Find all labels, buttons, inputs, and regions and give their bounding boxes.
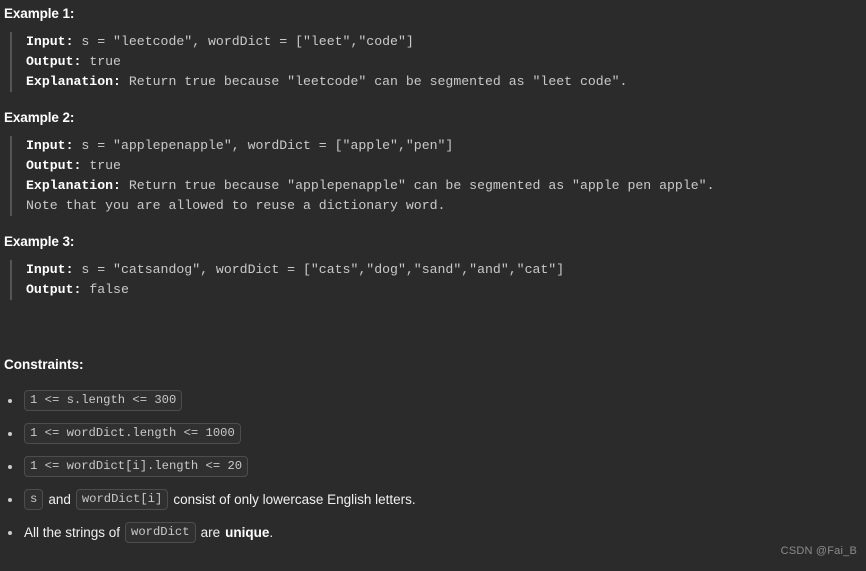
- explanation-label: Explanation:: [26, 74, 121, 89]
- input-value: s = "catsandog", wordDict = ["cats","dog…: [73, 262, 565, 277]
- input-value: s = "leetcode", wordDict = ["leet","code…: [73, 34, 414, 49]
- constraint-text-are: are: [200, 525, 221, 540]
- example-2-output-line: Output: true: [26, 156, 866, 176]
- output-label: Output:: [26, 282, 82, 297]
- list-item: 1 <= wordDict[i].length <= 20: [0, 450, 866, 483]
- constraint-code-worddict: wordDict: [125, 522, 196, 543]
- example-1-output-line: Output: true: [26, 52, 866, 72]
- list-item: All the strings of wordDict are unique.: [0, 516, 866, 549]
- input-label: Input:: [26, 262, 74, 277]
- example-3-heading: Example 3:: [4, 234, 75, 249]
- explanation-value: Return true because "applepenapple" can …: [120, 178, 715, 193]
- example-1-block: Input: s = "leetcode", wordDict = ["leet…: [10, 32, 866, 92]
- output-value: true: [81, 54, 121, 69]
- input-label: Input:: [26, 138, 74, 153]
- constraints-list: 1 <= s.length <= 300 1 <= wordDict.lengt…: [0, 384, 866, 549]
- output-label: Output:: [26, 158, 82, 173]
- example-2-explanation-line: Explanation: Return true because "applep…: [26, 176, 866, 196]
- bullet-icon: [8, 398, 12, 403]
- output-value: false: [81, 282, 129, 297]
- example-1-heading: Example 1:: [4, 6, 75, 21]
- constraint-code-worddict-i: wordDict[i]: [75, 489, 169, 510]
- output-label: Output:: [26, 54, 82, 69]
- constraints-heading: Constraints:: [4, 357, 84, 372]
- list-item: 1 <= wordDict.length <= 1000: [0, 417, 866, 450]
- constraint-text: All the strings of: [24, 525, 121, 540]
- example-2-input-line: Input: s = "applepenapple", wordDict = […: [26, 136, 866, 156]
- output-value: true: [81, 158, 121, 173]
- example-1-explanation-line: Explanation: Return true because "leetco…: [26, 72, 866, 92]
- constraint-text-unique: unique: [225, 525, 270, 540]
- explanation-label: Explanation:: [26, 178, 121, 193]
- example-3-output-line: Output: false: [26, 280, 866, 300]
- example-3-input-line: Input: s = "catsandog", wordDict = ["cat…: [26, 260, 866, 280]
- bullet-icon: [8, 530, 12, 535]
- constraint-code-s: s: [24, 489, 44, 510]
- constraint-text: and: [48, 492, 71, 507]
- bullet-icon: [8, 431, 12, 436]
- constraint-text-tail: consist of only lowercase English letter…: [173, 492, 416, 507]
- example-3-block: Input: s = "catsandog", wordDict = ["cat…: [10, 260, 866, 300]
- constraint-code: 1 <= s.length <= 300: [24, 390, 183, 411]
- bullet-icon: [8, 464, 12, 469]
- input-label: Input:: [26, 34, 74, 49]
- watermark: CSDN @Fai_B: [780, 545, 857, 557]
- constraint-code: 1 <= wordDict[i].length <= 20: [24, 456, 249, 477]
- explanation-value: Return true because "leetcode" can be se…: [120, 74, 628, 89]
- example-2-heading: Example 2:: [4, 110, 75, 125]
- bullet-icon: [8, 497, 12, 502]
- page-root: Example 1: Input: s = "leetcode", wordDi…: [0, 0, 866, 571]
- list-item: s and wordDict[i] consist of only lowercase…: [0, 483, 866, 516]
- example-2-note-line: Note that you are allowed to reuse a dic…: [26, 198, 446, 213]
- constraint-code: 1 <= wordDict.length <= 1000: [24, 423, 241, 444]
- list-item: 1 <= s.length <= 300: [0, 384, 866, 417]
- input-value: s = "applepenapple", wordDict = ["apple"…: [73, 138, 454, 153]
- example-2-block: Input: s = "applepenapple", wordDict = […: [10, 136, 866, 216]
- constraint-text-period: .: [269, 525, 274, 540]
- example-1-input-line: Input: s = "leetcode", wordDict = ["leet…: [26, 32, 866, 52]
